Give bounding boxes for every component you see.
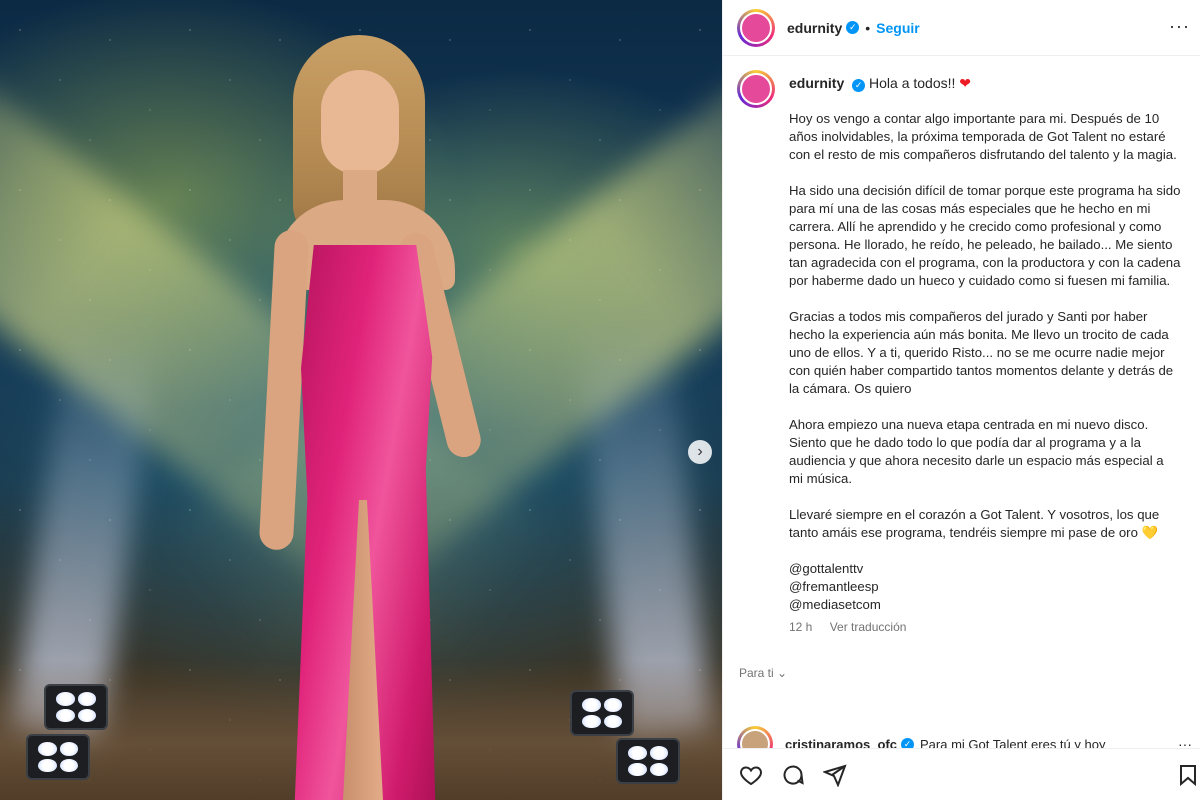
caption-head: edurnity ✓ Hola a todos!! ❤ (789, 74, 1181, 92)
header-username[interactable]: edurnity (787, 20, 842, 36)
verified-icon: ✓ (852, 78, 866, 92)
caption-paragraph: Gracias a todos mis compañeros del jurad… (789, 309, 1174, 396)
stage-light (44, 684, 108, 730)
post-meta: 12 h Ver traducción (789, 620, 1181, 634)
instagram-post: › edurnity ✓ • Seguir ··· edurnity ✓ Hol… (0, 0, 1200, 800)
avatar-image (740, 11, 772, 44)
caption-paragraph: Ahora empiezo una nueva etapa centrada e… (789, 417, 1164, 486)
woman-in-pink-dress (255, 30, 495, 800)
avatar[interactable] (737, 8, 775, 47)
caption-greeting: Hola a todos!! (869, 75, 956, 91)
chevron-right-icon: › (697, 443, 703, 460)
caption: edurnity ✓ Hola a todos!! ❤ Hoy os vengo… (737, 70, 1186, 634)
comment-icon[interactable] (781, 763, 805, 787)
yellow-heart-emoji: 💛 (1141, 525, 1159, 540)
stage-light (570, 690, 634, 736)
caption-body: edurnity ✓ Hola a todos!! ❤ Hoy os vengo… (789, 70, 1181, 634)
caption-last-text: Llevaré siempre en el corazón a Got Tale… (789, 507, 1160, 540)
follow-button[interactable]: Seguir (876, 20, 920, 36)
action-bar (723, 748, 1200, 800)
post-image[interactable]: › (0, 0, 722, 800)
caption-avatar[interactable] (737, 70, 775, 108)
verified-icon: ✓ (846, 21, 860, 34)
next-image-button[interactable]: › (688, 440, 712, 464)
caption-paragraph: Ha sido una decisión difícil de tomar po… (789, 183, 1181, 288)
for-you-dropdown[interactable]: Para ti ⌄ (737, 666, 1186, 680)
share-icon[interactable] (823, 763, 847, 787)
bookmark-icon[interactable] (1176, 763, 1200, 787)
mentions: @gottalenttv @fremantleesp @mediasetcom (789, 560, 1181, 614)
caption-paragraph: Hoy os vengo a contar algo importante pa… (789, 111, 1177, 162)
heart-icon[interactable] (739, 763, 763, 787)
caption-text: Hoy os vengo a contar algo importante pa… (789, 110, 1181, 542)
mention-link[interactable]: @mediasetcom (789, 596, 1181, 614)
translate-link[interactable]: Ver traducción (830, 620, 907, 634)
more-options-icon[interactable]: ··· (1169, 16, 1190, 37)
caption-area: edurnity ✓ Hola a todos!! ❤ Hoy os vengo… (723, 56, 1200, 716)
timestamp: 12 h (789, 620, 813, 634)
arm-left (258, 229, 310, 551)
caption-username[interactable]: edurnity (789, 75, 844, 91)
separator-dot: • (865, 19, 871, 36)
post-header: edurnity ✓ • Seguir ··· (723, 0, 1200, 56)
stage-light (26, 734, 90, 780)
heart-emoji: ❤ (959, 75, 972, 91)
post-sidebar: edurnity ✓ • Seguir ··· edurnity ✓ Hola … (722, 0, 1200, 800)
face (321, 70, 399, 174)
stage-light (616, 738, 680, 784)
mention-link[interactable]: @gottalenttv (789, 560, 1181, 578)
caption-paragraph: Llevaré siempre en el corazón a Got Tale… (789, 506, 1181, 542)
mention-link[interactable]: @fremantleesp (789, 578, 1181, 596)
avatar-image (740, 73, 772, 105)
